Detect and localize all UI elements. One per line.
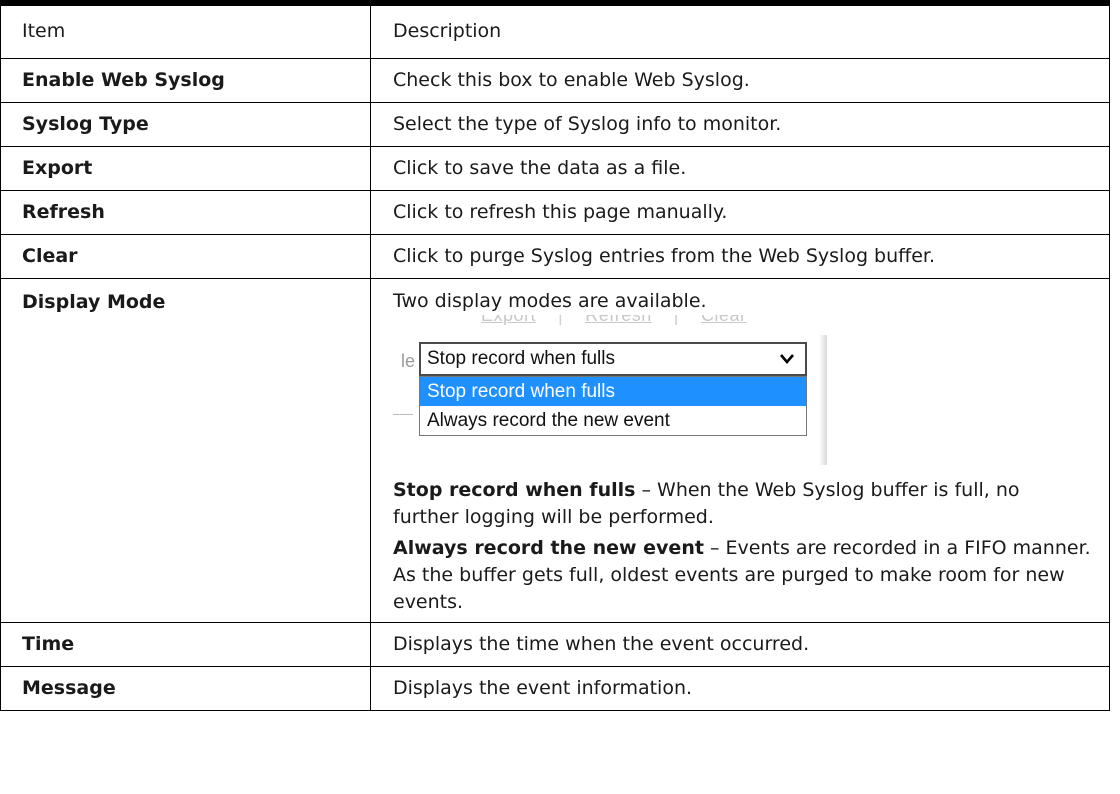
parameter-table: Item Description Enable Web Syslog Check… (0, 0, 1110, 711)
ghost-link-clear: Clear (700, 314, 747, 325)
divider (393, 413, 413, 415)
ghost-link-export: Export (481, 314, 537, 325)
item-cell: Message (0, 665, 371, 711)
item-cell: Syslog Type (0, 101, 371, 147)
table-row: Clear Click to purge Syslog entries from… (0, 233, 1110, 279)
item-cell: Export (0, 145, 371, 191)
select-value: Stop record when fulls (427, 347, 615, 369)
dropdown-options: Stop record when fulls Always record the… (419, 375, 807, 436)
description-cell: Displays the event information. (370, 665, 1110, 711)
item-cell: Time (0, 621, 371, 667)
description-cell: Check this box to enable Web Syslog. (370, 57, 1110, 103)
option-stop-record[interactable]: Stop record when fulls (420, 376, 806, 406)
table-row: Export Click to save the data as a file. (0, 145, 1110, 191)
mode-term: Stop record when fulls (393, 478, 636, 501)
display-mode-screenshot: Export | Refresh | Clear le Stop record when… (393, 314, 827, 465)
item-cell: Enable Web Syslog (0, 57, 371, 103)
header-description: Description (370, 0, 1110, 59)
table-row: Enable Web Syslog Check this box to enab… (0, 57, 1110, 103)
item-cell: Refresh (0, 189, 371, 235)
mode-description: Always record the new event – Events are… (393, 535, 1091, 616)
mode-description: Stop record when fulls – When the Web Sy… (393, 477, 1091, 531)
mode-separator: – (635, 478, 658, 501)
description-cell: Click to save the data as a file. (370, 145, 1110, 191)
header-item: Item (0, 0, 371, 59)
table-row-display-mode: Display Mode Two display modes are avail… (0, 277, 1110, 623)
screenshot-edge-shadow (819, 334, 827, 465)
table-row: Syslog Type Select the type of Syslog in… (0, 101, 1110, 147)
table-header-row: Item Description (0, 0, 1110, 59)
item-cell: Display Mode (0, 277, 371, 623)
mode-term: Always record the new event (393, 536, 704, 559)
display-mode-select[interactable]: Stop record when fulls (419, 341, 807, 376)
table-row: Refresh Click to refresh this page manua… (0, 189, 1110, 235)
item-cell: Clear (0, 233, 371, 279)
description-cell: Click to refresh this page manually. (370, 189, 1110, 235)
background-links: Export | Refresh | Clear (481, 315, 768, 329)
display-mode-intro: Two display modes are available. (393, 289, 707, 312)
chevron-down-icon (780, 353, 794, 364)
option-always-record[interactable]: Always record the new event (420, 406, 806, 435)
table-row: Message Displays the event information. (0, 665, 1110, 711)
ghost-link-refresh: Refresh (585, 314, 652, 325)
table-row: Time Displays the time when the event oc… (0, 621, 1110, 667)
description-cell: Click to purge Syslog entries from the W… (370, 233, 1110, 279)
background-label: le (401, 350, 416, 371)
description-cell: Two display modes are available. Export |… (370, 277, 1110, 623)
mode-separator: – (703, 536, 726, 559)
description-cell: Select the type of Syslog info to monito… (370, 101, 1110, 147)
description-cell: Displays the time when the event occurre… (370, 621, 1110, 667)
